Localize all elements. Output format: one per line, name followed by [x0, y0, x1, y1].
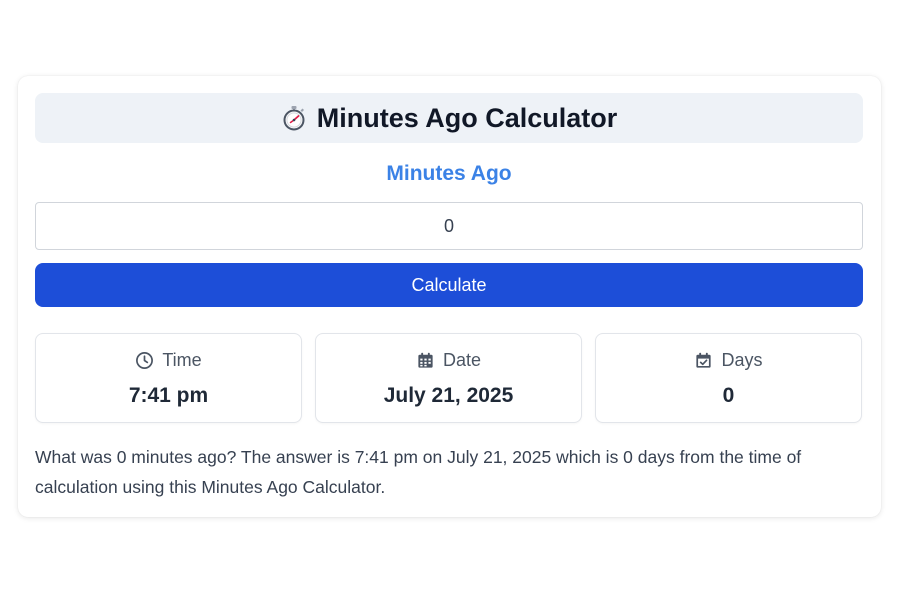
title-bar: Minutes Ago Calculator [35, 93, 863, 143]
calendar-icon [418, 352, 433, 368]
date-result-card: Date July 21, 2025 [315, 333, 582, 423]
minutes-input[interactable] [35, 202, 863, 250]
page-title: Minutes Ago Calculator [316, 102, 618, 133]
calendar-check-icon [696, 352, 712, 368]
days-label: Days [721, 350, 763, 370]
date-value: July 21, 2025 [383, 384, 514, 407]
days-result-card: Days 0 [595, 333, 862, 423]
calculate-button[interactable]: Calculate [35, 263, 863, 307]
time-value: 7:41 pm [128, 384, 209, 407]
time-result-card: Time 7:41 pm [35, 333, 302, 423]
days-value: 0 [722, 384, 735, 407]
result-description: What was 0 minutes ago? The answer is 7:… [35, 447, 802, 497]
time-label: Time [162, 350, 202, 370]
minutes-ago-label: Minutes Ago [386, 162, 512, 185]
clock-icon [136, 352, 154, 369]
stopwatch-icon [281, 105, 307, 131]
date-label: Date [442, 350, 482, 370]
calculator-card: Minutes Ago Calculator Minutes Ago Calcu… [18, 76, 881, 517]
